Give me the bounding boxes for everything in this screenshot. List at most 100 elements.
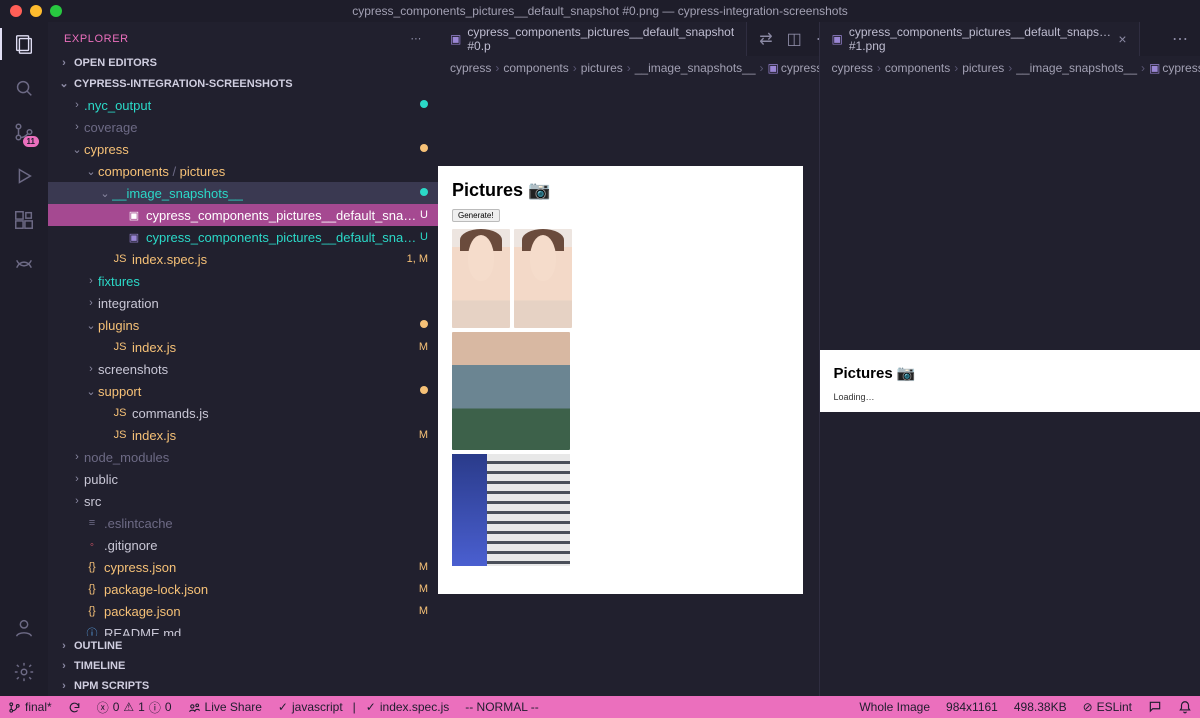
preview-title: Pictures 📷 xyxy=(834,364,1187,382)
close-icon[interactable]: × xyxy=(1118,31,1126,47)
git-branch[interactable]: final* xyxy=(0,696,60,718)
project-section[interactable]: ⌄CYPRESS-INTEGRATION-SCREENSHOTS xyxy=(48,73,438,94)
file-icon: {} xyxy=(84,583,100,595)
tree-item[interactable]: ▣cypress_components_pictures__default_sn… xyxy=(48,226,438,248)
tree-item[interactable]: ›screenshots xyxy=(48,358,438,380)
tree-item[interactable]: ›node_modules xyxy=(48,446,438,468)
tree-item-label: integration xyxy=(98,296,428,311)
git-status: M xyxy=(419,561,428,573)
tree-item[interactable]: JSindex.jsM xyxy=(48,336,438,358)
tree-item-label: node_modules xyxy=(84,450,428,465)
run-debug-icon[interactable] xyxy=(12,164,36,188)
tree-item-label: cypress.json xyxy=(104,560,419,575)
file-icon: JS xyxy=(112,341,128,353)
file-icon: ⓘ xyxy=(84,625,100,636)
tree-item-label: src xyxy=(84,494,428,509)
language-check[interactable]: ✓ javascript xyxy=(270,696,351,718)
tree-item[interactable]: ◦.gitignore xyxy=(48,534,438,556)
image-preview-1[interactable]: Pictures 📷 Loading… xyxy=(820,350,1200,412)
tree-item[interactable]: ⌄cypress xyxy=(48,138,438,160)
editor-pane-left: ▣ cypress_components_pictures__default_s… xyxy=(438,22,819,696)
tree-item-label: cypress_components_pictures__default_sna… xyxy=(146,208,420,223)
tree-item[interactable]: {}cypress.jsonM xyxy=(48,556,438,578)
tree-item[interactable]: ⌄plugins xyxy=(48,314,438,336)
extensions-icon[interactable] xyxy=(12,208,36,232)
npm-scripts-section[interactable]: ›NPM SCRIPTS xyxy=(48,676,438,696)
account-icon[interactable] xyxy=(12,616,36,640)
breadcrumbs-right[interactable]: cypress› components› pictures› __image_s… xyxy=(820,56,1200,80)
problems[interactable]: ⓧ0 ⚠1 ⓘ0 xyxy=(89,696,180,718)
file-icon: ▣ xyxy=(126,231,142,244)
outline-section[interactable]: ›OUTLINE xyxy=(48,636,438,656)
explorer-title: EXPLORER ⋯ xyxy=(48,22,438,53)
file-check[interactable]: ✓ index.spec.js xyxy=(358,696,457,718)
source-control-icon[interactable]: 11 xyxy=(12,120,36,144)
tree-item-label: __image_snapshots__ xyxy=(112,186,420,201)
tab-snapshot-0[interactable]: ▣ cypress_components_pictures__default_s… xyxy=(438,22,747,56)
more-icon[interactable]: ⋯ xyxy=(410,32,422,45)
tree-item[interactable]: ›public xyxy=(48,468,438,490)
tree-item[interactable]: ›.nyc_output xyxy=(48,94,438,116)
window-title: cypress_components_pictures__default_sna… xyxy=(0,4,1200,18)
git-status-dot xyxy=(420,143,428,155)
generate-button: Generate! xyxy=(452,209,500,222)
tree-item[interactable]: ›coverage xyxy=(48,116,438,138)
image-dimensions: 984x1161 xyxy=(938,700,1006,714)
git-status-dot xyxy=(420,319,428,331)
tree-item[interactable]: ▣ cypress_components_pictures__default_sn… xyxy=(48,204,438,226)
tree-item[interactable]: ⌄components / pictures xyxy=(48,160,438,182)
timeline-section[interactable]: ›TIMELINE xyxy=(48,656,438,676)
feedback-icon[interactable] xyxy=(1140,700,1170,714)
tree-item[interactable]: JSindex.jsM xyxy=(48,424,438,446)
tree-item[interactable]: {}package.jsonM xyxy=(48,600,438,622)
tree-item[interactable]: ›src xyxy=(48,490,438,512)
image-icon: ▣ xyxy=(450,32,461,46)
tree-item-label: cypress xyxy=(84,142,420,157)
open-editors-section[interactable]: ›OPEN EDITORS xyxy=(48,53,438,73)
file-icon: ▣ xyxy=(126,209,142,222)
split-editor-icon[interactable]: ◫ xyxy=(787,29,802,49)
sync-button[interactable] xyxy=(60,696,89,718)
more-icon[interactable]: ⋯ xyxy=(1172,29,1188,49)
file-icon: JS xyxy=(112,253,128,265)
tree-item[interactable]: JScommands.js xyxy=(48,402,438,424)
tree-item-label: commands.js xyxy=(132,406,428,421)
tree-item[interactable]: ›fixtures xyxy=(48,270,438,292)
tree-item[interactable]: ⌄support xyxy=(48,380,438,402)
tree-item-label: screenshots xyxy=(98,362,428,377)
git-status-dot xyxy=(420,385,428,397)
live-share[interactable]: Live Share xyxy=(180,696,270,718)
scm-badge: 11 xyxy=(23,136,39,147)
explorer-icon[interactable] xyxy=(12,32,36,56)
vim-mode: -- NORMAL -- xyxy=(457,696,547,718)
git-status: M xyxy=(419,583,428,595)
breadcrumbs-left[interactable]: cypress› components› pictures› __image_s… xyxy=(438,56,819,80)
gear-icon[interactable] xyxy=(12,660,36,684)
tree-item-label: coverage xyxy=(84,120,428,135)
eslint-status[interactable]: ⊘ ESLint xyxy=(1075,700,1140,714)
tab-snapshot-1[interactable]: ▣ cypress_components_pictures__default_s… xyxy=(820,22,1140,56)
tree-item-label: components / pictures xyxy=(98,164,428,179)
file-tree: ›.nyc_output›coverage⌄cypress⌄components… xyxy=(48,94,438,636)
image-icon: ▣ xyxy=(832,32,843,46)
tree-item[interactable]: JSindex.spec.js1, M xyxy=(48,248,438,270)
search-icon[interactable] xyxy=(12,76,36,100)
activity-bar: 11 xyxy=(0,22,48,696)
tree-item[interactable]: ⌄__image_snapshots__ xyxy=(48,182,438,204)
image-preview-0[interactable]: Pictures 📷 Generate! xyxy=(438,166,803,594)
compare-icon[interactable]: ⇄ xyxy=(759,29,772,49)
tree-item-label: .eslintcache xyxy=(104,516,428,531)
tree-item[interactable]: ›integration xyxy=(48,292,438,314)
git-status-dot xyxy=(420,99,428,111)
tree-item[interactable]: ⓘREADME.md xyxy=(48,622,438,636)
editor-pane-right: ▣ cypress_components_pictures__default_s… xyxy=(819,22,1200,696)
explorer-sidebar: EXPLORER ⋯ ›OPEN EDITORS ⌄CYPRESS-INTEGR… xyxy=(48,22,438,696)
tree-item[interactable]: {}package-lock.jsonM xyxy=(48,578,438,600)
tree-item-label: support xyxy=(98,384,420,399)
whole-image[interactable]: Whole Image xyxy=(851,700,938,714)
bell-icon[interactable] xyxy=(1170,700,1200,714)
tree-item-label: package.json xyxy=(104,604,419,619)
tree-item[interactable]: ≡.eslintcache xyxy=(48,512,438,534)
git-status: M xyxy=(419,341,428,353)
remote-icon[interactable] xyxy=(12,252,36,276)
